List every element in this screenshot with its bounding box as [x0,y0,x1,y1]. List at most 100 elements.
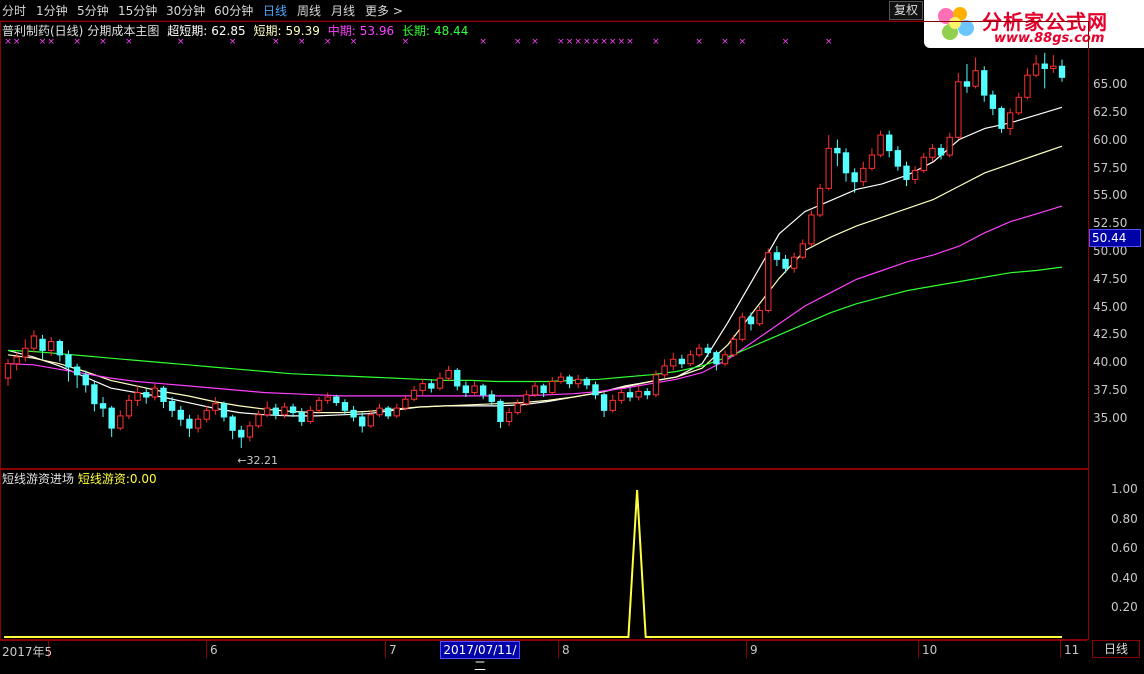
candle-body [851,172,858,183]
candle-body [678,358,686,365]
sub-value-label: 短线游资: [77,472,130,486]
period-button[interactable]: 日线 [1092,640,1140,658]
candle-body [756,309,763,325]
candle-body [808,214,815,245]
price-tick: 52.50 [1093,216,1128,230]
candle-body [687,354,694,365]
candle-body [298,412,305,422]
price-tick: 62.50 [1093,105,1128,119]
candle-body [644,390,651,396]
candle-body [920,156,927,172]
price-tick: 57.50 [1093,161,1128,175]
candle-body [203,409,210,420]
candle-body [462,385,470,394]
price-tick: 65.00 [1093,77,1128,91]
ma-line-mid [7,205,1063,397]
signal-mark: × [272,37,280,47]
signal-mark: × [39,37,47,47]
candle-body [937,147,945,156]
candlestick-chart[interactable]: × × × × × × × × × × × × × × × × × × × × × × × × × × × × × × × ×←32.21 [0,0,1144,658]
signal-mark: × [618,37,626,47]
signal-mark: × [229,37,237,47]
candle-body [143,392,150,398]
candle-body [315,399,323,411]
candle-body [91,384,98,405]
candle-body [229,416,236,431]
candle-body [911,170,919,180]
candle-body [998,107,1005,129]
candle-body [618,392,625,401]
candle-body [367,414,375,427]
signal-mark: × [557,37,565,47]
candle-body [600,394,608,411]
candle-body [929,147,936,158]
candle-body [773,252,781,260]
candle-body [281,406,288,416]
candle-body [868,154,876,169]
signal-mark: × [609,37,617,47]
date-axis-label: 8 [562,643,570,657]
candle-body [652,374,660,396]
candle-body [661,365,668,376]
candle-body [1041,63,1048,69]
candle-body [39,338,46,351]
candle-body [566,376,573,385]
candle-body [393,407,400,417]
candle-body [972,70,979,87]
candle-body [903,165,910,180]
candle-body [713,352,720,365]
candle-body [704,347,711,354]
sub-tick: 1.00 [1111,482,1138,496]
signal-mark: × [592,37,600,47]
price-tick: 60.00 [1093,133,1128,147]
candle-body [575,378,582,385]
signal-mark: × [600,37,608,47]
candle-body [860,167,867,183]
candle-body [324,396,331,401]
candle-body [428,383,435,389]
signal-mark: × [695,37,703,47]
price-tick: 47.50 [1093,272,1128,286]
candle-body [402,398,409,409]
candle-body [488,394,495,402]
candle-body [886,134,893,152]
cursor-date-badge: 2017/07/11/二 [440,641,520,673]
ma-line-super_short [7,106,1063,417]
candle-body [134,392,141,401]
candle-body [350,409,357,418]
candle-body [436,377,444,389]
sub-indicator-name[interactable]: 短线游资进场 [2,472,74,486]
candle-body [376,407,383,416]
price-tick: 35.00 [1093,411,1128,425]
signal-mark: × [402,37,410,47]
signal-mark: × [99,37,107,47]
candle-body [1058,65,1066,78]
candle-body [946,136,953,156]
current-price-badge: 50.44 [1089,229,1141,247]
candle-body [108,407,115,429]
signal-mark: × [47,37,55,47]
candle-body [384,407,392,417]
signal-mark: × [583,37,591,47]
candle-body [238,429,245,438]
candle-body [341,402,349,411]
candle-body [765,252,772,311]
candle-body [825,147,832,189]
candle-body [894,150,902,167]
candle-body [549,380,556,394]
candle-body [48,341,55,351]
candle-body [747,316,755,325]
candle-body [445,369,452,379]
date-axis-label: 6 [210,643,218,657]
signal-mark: × [324,37,332,47]
signal-mark: × [739,37,747,47]
candle-body [730,338,737,356]
price-tick: 40.00 [1093,355,1128,369]
candle-body [635,390,642,398]
signal-mark: × [13,37,21,47]
candle-body [782,258,789,269]
candle-body [73,366,81,376]
candle-body [505,412,513,422]
candle-body [877,134,884,156]
candle-body [540,385,547,394]
